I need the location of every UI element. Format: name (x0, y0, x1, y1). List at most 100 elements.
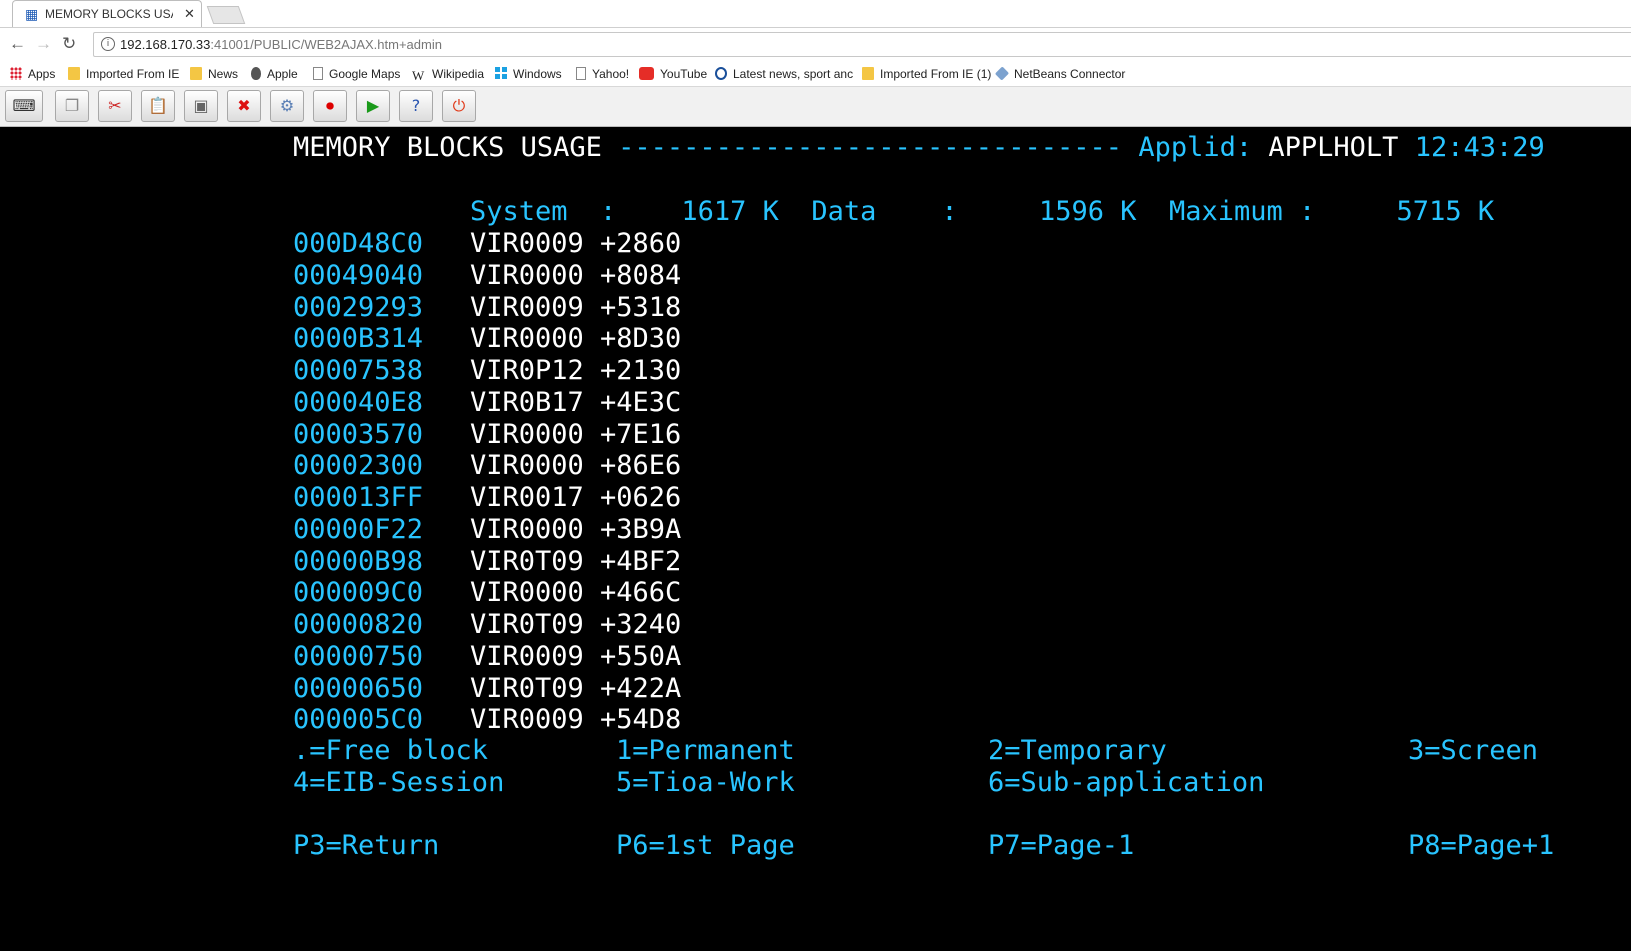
block-offset: +7E16 (600, 418, 682, 450)
settings-button[interactable]: ⚙ (270, 90, 304, 122)
news-icon (715, 67, 727, 80)
block-program: VIR0000 (470, 450, 584, 482)
power-icon: ⏻ (452, 96, 466, 115)
bookmark-label: Latest news, sport anc (733, 67, 854, 81)
print-screen-button[interactable]: ▣ (184, 90, 218, 122)
block-offset: +550A (600, 640, 682, 672)
info-icon[interactable]: i (101, 37, 115, 51)
back-arrow-icon[interactable]: ← (9, 35, 26, 53)
bookmark-7[interactable]: Yahoo! (576, 66, 629, 82)
apps-grid-icon (10, 67, 22, 80)
block-address[interactable]: 00000F22 (293, 514, 423, 545)
legend-item: 6=Sub-application (988, 767, 1265, 798)
pf-key-0[interactable]: P3=Return (293, 831, 439, 861)
cut-button[interactable]: ✂ (98, 90, 132, 122)
block-program: VIR0T09 (470, 545, 584, 577)
bookmark-0[interactable]: Apps (10, 66, 55, 82)
help-button[interactable]: ? (399, 90, 433, 122)
block-offset: +422A (600, 672, 682, 704)
play-button[interactable]: ▶ (356, 90, 390, 122)
grid-favicon-icon: ▦ (25, 6, 39, 22)
tab-title: MEMORY BLOCKS USAGE (45, 8, 173, 21)
bookmark-8[interactable]: YouTube (639, 66, 707, 82)
emulator-toolbar: ⌨ ❐ ✂ 📋 ▣ ✖ ⚙ ⏺ ▶ ? ⏻ (0, 87, 1631, 127)
bookmark-4[interactable]: Google Maps (313, 66, 400, 82)
legend-item: 5=Tioa-Work (616, 767, 795, 798)
record-icon: ⏺ (325, 96, 334, 115)
terminal-screen[interactable]: MEMORY BLOCKS USAGE --------------------… (0, 127, 1631, 951)
applid-value: APPLHOLT (1268, 132, 1399, 163)
pf-key-2[interactable]: P7=Page-1 (988, 831, 1134, 861)
block-offset: +3B9A (600, 513, 682, 545)
block-program: VIR0009 (470, 291, 584, 323)
record-button[interactable]: ⏺ (313, 90, 347, 122)
print-screen-icon: ▣ (193, 96, 209, 115)
pf-key-3[interactable]: P8=Page+1 (1408, 831, 1554, 861)
keyboard-button[interactable]: ⌨ (5, 90, 43, 122)
tab-strip: ▦ MEMORY BLOCKS USAGE ✕ (0, 0, 1631, 28)
block-address[interactable]: 00007538 (293, 356, 423, 386)
block-address[interactable]: 000040E8 (293, 387, 423, 418)
bookmark-label: Imported From IE (86, 67, 180, 81)
applid-label: Applid: (1138, 132, 1253, 163)
copy-button[interactable]: ❐ (55, 90, 89, 122)
reload-icon[interactable]: ↻ (62, 35, 76, 53)
address-bar[interactable]: i 192.168.170.33:41001/PUBLIC/WEB2AJAX.h… (93, 32, 1631, 57)
block-offset: +54D8 (600, 704, 682, 736)
clock-time: 12:43:29 (1414, 132, 1545, 163)
bookmark-10[interactable]: Imported From IE (1) (862, 66, 991, 82)
folder-icon (190, 67, 202, 80)
block-address[interactable]: 00000B98 (293, 546, 423, 577)
block-address[interactable]: 00000820 (293, 610, 423, 640)
url-text: 192.168.170.33:41001/PUBLIC/WEB2AJAX.htm… (120, 37, 442, 52)
block-offset: +5318 (600, 291, 682, 323)
block-address[interactable]: 000009C0 (293, 578, 423, 608)
block-address[interactable]: 0000B314 (293, 324, 423, 354)
bookmarks-bar: Apps Imported From IE News Apple Google Maps… (0, 62, 1631, 87)
block-offset: +2860 (600, 228, 682, 259)
legend-item: 4=EIB-Session (293, 767, 505, 798)
block-address[interactable]: 000005C0 (293, 705, 423, 735)
block-address[interactable]: 000013FF (293, 483, 423, 513)
pf-key-1[interactable]: P6=1st Page (616, 831, 795, 861)
bookmark-6[interactable]: Windows (495, 66, 562, 82)
bookmark-3[interactable]: Apple (251, 66, 298, 82)
disconnect-button[interactable]: ✖ (227, 90, 261, 122)
browser-tab[interactable]: ▦ MEMORY BLOCKS USAGE ✕ (12, 0, 202, 27)
bookmark-1[interactable]: Imported From IE (68, 66, 179, 82)
bookmark-5[interactable]: W Wikipedia (412, 66, 484, 82)
block-address[interactable]: 00000650 (293, 673, 423, 704)
keyboard-icon: ⌨ (12, 96, 36, 115)
screen-header-line: MEMORY BLOCKS USAGE --------------------… (293, 133, 1545, 163)
paste-button[interactable]: 📋 (141, 90, 175, 122)
block-address[interactable]: 00002300 (293, 451, 423, 481)
power-button[interactable]: ⏻ (442, 90, 476, 122)
block-offset: +3240 (600, 609, 682, 640)
block-program: VIR0B17 (470, 386, 584, 418)
youtube-icon (639, 67, 654, 80)
new-tab-button[interactable] (206, 6, 246, 24)
copy-icon: ❐ (64, 96, 80, 115)
bookmark-label: Wikipedia (432, 67, 485, 81)
block-program: VIR0000 (470, 323, 584, 355)
block-address[interactable]: 00000750 (293, 641, 423, 672)
page-icon (576, 67, 586, 80)
block-address[interactable]: 00003570 (293, 419, 423, 450)
forward-arrow-icon[interactable]: → (35, 35, 52, 53)
settings-icon: ⚙ (279, 96, 295, 115)
block-program: VIR0000 (470, 577, 584, 609)
legend-item: 3=Screen (1408, 735, 1539, 766)
bookmark-2[interactable]: News (190, 66, 238, 82)
title-dashes: ------------------------------- (618, 132, 1123, 163)
block-offset: +2130 (600, 355, 682, 386)
close-tab-icon[interactable]: ✕ (184, 7, 195, 20)
bookmark-label: NetBeans Connector (1014, 67, 1126, 81)
bookmark-9[interactable]: Latest news, sport anc (715, 66, 853, 82)
bookmark-11[interactable]: NetBeans Connector (994, 66, 1126, 82)
block-program: VIR0009 (470, 640, 584, 672)
block-address[interactable]: 00049040 (293, 260, 423, 291)
block-address[interactable]: 00029293 (293, 292, 423, 323)
legend-item: 2=Temporary (988, 735, 1167, 766)
block-address[interactable]: 000D48C0 (293, 229, 423, 259)
block-program: VIR0P12 (470, 355, 584, 386)
